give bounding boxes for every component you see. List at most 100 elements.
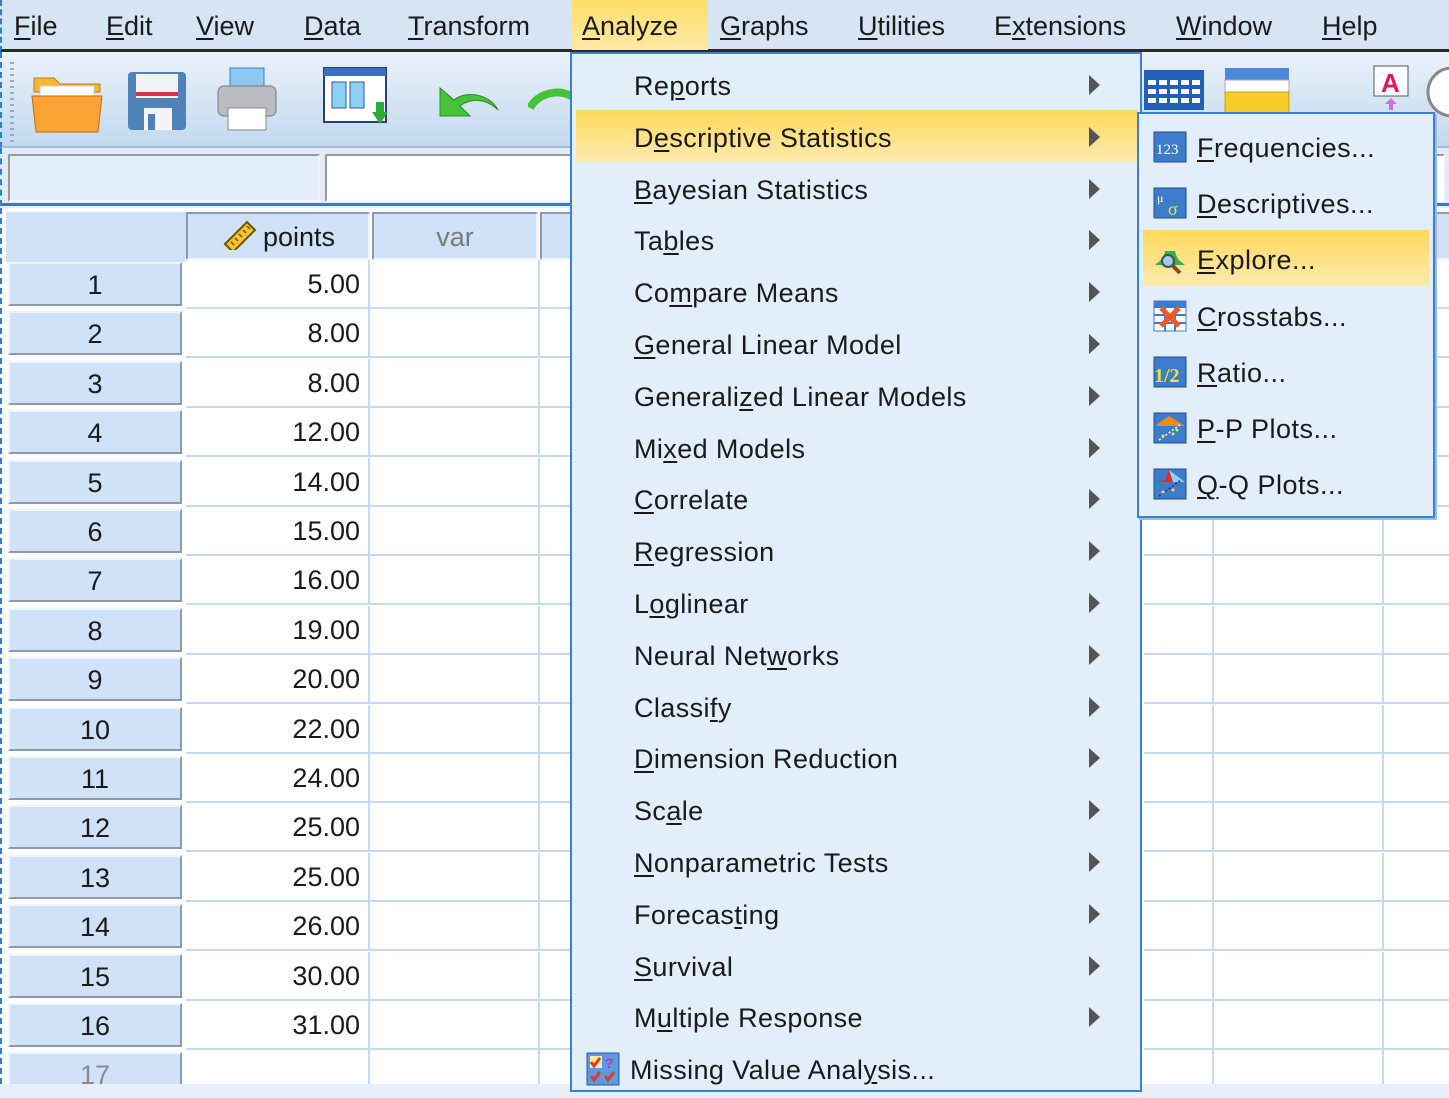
cell-right[interactable] bbox=[1384, 1001, 1449, 1050]
submenu-item-frequencies[interactable]: 123 Frequencies... bbox=[1143, 118, 1429, 174]
cell-var[interactable] bbox=[370, 358, 540, 408]
analyze-menu-item-correlate[interactable]: Correlate bbox=[576, 472, 1138, 524]
cell-right[interactable] bbox=[1384, 803, 1449, 853]
row-header[interactable]: 7 bbox=[8, 558, 182, 603]
toolbar-grip[interactable] bbox=[10, 62, 14, 142]
cell-right[interactable] bbox=[1384, 852, 1449, 902]
cell-points[interactable]: 15.00 bbox=[186, 507, 370, 556]
menu-analyze[interactable]: Analyze bbox=[572, 0, 708, 50]
row-header[interactable]: 5 bbox=[8, 459, 182, 504]
column-header-points[interactable]: points bbox=[186, 212, 370, 260]
row-header[interactable]: 2 bbox=[8, 311, 182, 356]
cell-var[interactable] bbox=[370, 902, 540, 952]
variables-icon[interactable] bbox=[1144, 66, 1206, 114]
cell-right[interactable] bbox=[1214, 951, 1384, 1001]
cell-var[interactable] bbox=[370, 309, 540, 359]
menu-file[interactable]: File bbox=[4, 0, 68, 50]
cell-var[interactable] bbox=[370, 655, 540, 705]
analyze-menu-item-classify[interactable]: Classify bbox=[576, 680, 1138, 732]
cell-right[interactable] bbox=[1144, 655, 1214, 705]
cell-points[interactable]: 24.00 bbox=[186, 754, 370, 803]
row-header[interactable]: 16 bbox=[8, 1003, 182, 1047]
grid-corner[interactable] bbox=[6, 212, 186, 262]
cell-right[interactable] bbox=[1384, 655, 1449, 705]
cell-right[interactable] bbox=[1214, 754, 1384, 803]
cell-points[interactable]: 16.00 bbox=[186, 556, 370, 606]
cell-right[interactable] bbox=[1214, 704, 1384, 754]
analyze-menu-item-missing-value-analysis[interactable]: ? Missing Value Analysis... bbox=[576, 1042, 1138, 1094]
cell-points[interactable] bbox=[186, 1050, 370, 1084]
cell-right[interactable] bbox=[1214, 1050, 1384, 1084]
print-icon[interactable] bbox=[214, 66, 280, 132]
cell-points[interactable]: 31.00 bbox=[186, 1001, 370, 1050]
submenu-item-explore[interactable]: Explore... bbox=[1143, 230, 1429, 287]
analyze-menu-item-scale[interactable]: Scale bbox=[576, 783, 1138, 835]
cell-right[interactable] bbox=[1214, 852, 1384, 902]
cell-right[interactable] bbox=[1214, 803, 1384, 853]
cell-right[interactable] bbox=[1384, 902, 1449, 952]
cell-var[interactable] bbox=[370, 260, 540, 309]
submenu-item-q-q-plots[interactable]: Q-Q Plots... bbox=[1143, 455, 1429, 511]
row-header[interactable]: 17 bbox=[8, 1052, 182, 1084]
column-header-var[interactable]: var bbox=[372, 212, 538, 260]
menu-utilities[interactable]: Utilities bbox=[848, 0, 955, 50]
cell-name-box[interactable] bbox=[8, 154, 320, 202]
menu-data[interactable]: Data bbox=[294, 0, 371, 50]
row-header[interactable]: 14 bbox=[8, 904, 182, 949]
analyze-menu-item-loglinear[interactable]: Loglinear bbox=[576, 576, 1138, 628]
cell-points[interactable]: 12.00 bbox=[186, 408, 370, 458]
cell-right[interactable] bbox=[1384, 1050, 1449, 1084]
cell-var[interactable] bbox=[370, 457, 540, 507]
row-header[interactable]: 6 bbox=[8, 509, 182, 553]
row-header[interactable]: 13 bbox=[8, 854, 182, 899]
cell-right[interactable] bbox=[1144, 1050, 1214, 1084]
insert-cases-icon[interactable] bbox=[1224, 66, 1290, 114]
row-header[interactable]: 12 bbox=[8, 805, 182, 850]
cell-var[interactable] bbox=[370, 803, 540, 853]
analyze-menu-item-descriptive-statistics[interactable]: Descriptive Statistics bbox=[576, 109, 1138, 162]
menu-edit[interactable]: Edit bbox=[96, 0, 163, 50]
cell-right[interactable] bbox=[1144, 1001, 1214, 1050]
cell-right[interactable] bbox=[1214, 1001, 1384, 1050]
menu-extensions[interactable]: Extensions bbox=[984, 0, 1136, 50]
cell-points[interactable]: 8.00 bbox=[186, 358, 370, 408]
analyze-menu-item-survival[interactable]: Survival bbox=[576, 939, 1138, 991]
cell-right[interactable] bbox=[1144, 951, 1214, 1001]
submenu-item-ratio[interactable]: 1/2 Ratio... bbox=[1143, 343, 1429, 399]
analyze-menu-item-mixed-models[interactable]: Mixed Models bbox=[576, 421, 1138, 473]
submenu-item-crosstabs[interactable]: Crosstabs... bbox=[1143, 287, 1429, 343]
dialog-recall-icon[interactable] bbox=[322, 66, 394, 134]
redo-icon[interactable] bbox=[528, 86, 572, 122]
analyze-menu-item-general-linear-model[interactable]: General Linear Model bbox=[576, 317, 1138, 369]
menu-graphs[interactable]: Graphs bbox=[710, 0, 819, 50]
row-header[interactable]: 10 bbox=[8, 706, 182, 751]
analyze-menu-item-tables[interactable]: Tables bbox=[576, 213, 1138, 265]
cell-points[interactable]: 20.00 bbox=[186, 655, 370, 705]
cell-right[interactable] bbox=[1384, 556, 1449, 606]
menu-view[interactable]: View bbox=[186, 0, 264, 50]
cell-right[interactable] bbox=[1144, 704, 1214, 754]
analyze-menu-item-forecasting[interactable]: Forecasting bbox=[576, 887, 1138, 939]
cell-right[interactable] bbox=[1214, 902, 1384, 952]
save-icon[interactable] bbox=[126, 70, 188, 132]
cell-points[interactable]: 5.00 bbox=[186, 260, 370, 309]
cell-right[interactable] bbox=[1384, 951, 1449, 1001]
cell-right[interactable] bbox=[1384, 704, 1449, 754]
cell-var[interactable] bbox=[370, 556, 540, 606]
cell-var[interactable] bbox=[370, 507, 540, 556]
row-header[interactable]: 15 bbox=[8, 953, 182, 998]
cell-points[interactable]: 14.00 bbox=[186, 457, 370, 507]
cell-right[interactable] bbox=[1214, 605, 1384, 655]
cell-points[interactable]: 26.00 bbox=[186, 902, 370, 952]
analyze-menu-item-neural-networks[interactable]: Neural Networks bbox=[576, 628, 1138, 680]
cell-right[interactable] bbox=[1144, 754, 1214, 803]
menu-help[interactable]: Help bbox=[1312, 0, 1388, 50]
analyze-menu-item-bayesian-statistics[interactable]: Bayesian Statistics bbox=[576, 162, 1138, 214]
analyze-menu-item-multiple-response[interactable]: Multiple Response bbox=[576, 990, 1138, 1042]
analyze-menu-item-dimension-reduction[interactable]: Dimension Reduction bbox=[576, 731, 1138, 783]
submenu-item-p-p-plots[interactable]: P-P Plots... bbox=[1143, 399, 1429, 455]
open-folder-icon[interactable] bbox=[30, 70, 104, 134]
cell-right[interactable] bbox=[1144, 852, 1214, 902]
cell-right[interactable] bbox=[1214, 556, 1384, 606]
analyze-menu-item-compare-means[interactable]: Compare Means bbox=[576, 265, 1138, 317]
